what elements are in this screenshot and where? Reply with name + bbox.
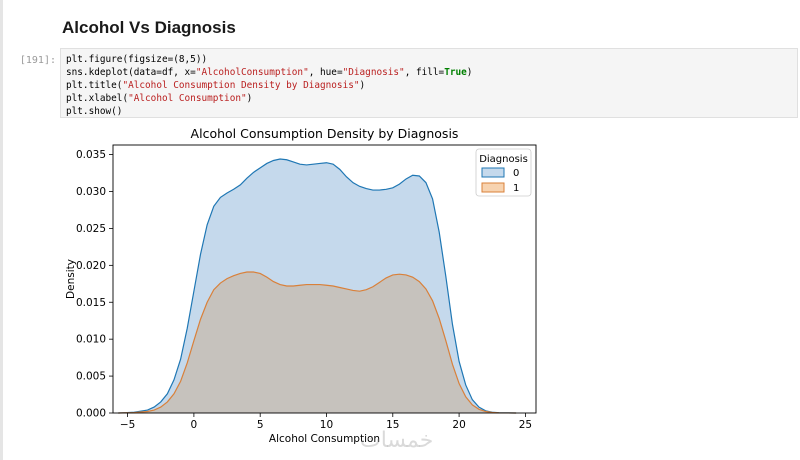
x-tick-label: 5: [257, 419, 264, 431]
legend-label-1: 1: [513, 183, 519, 194]
x-tick-label: 10: [320, 419, 333, 431]
y-tick-label: 0.015: [76, 297, 106, 309]
legend-label-0: 0: [513, 168, 519, 179]
legend-title: Diagnosis: [479, 154, 528, 165]
y-tick-label: 0.030: [76, 186, 106, 198]
legend-swatch-1: [481, 182, 505, 193]
x-tick-label: 0: [191, 419, 198, 431]
watermark-text: خمسات: [360, 428, 434, 453]
y-tick-label: 0.035: [76, 149, 106, 161]
y-axis-label: Density: [65, 259, 77, 299]
chart-title: Alcohol Consumption Density by Diagnosis: [191, 126, 459, 141]
kde-chart: −5 0 5 10 15 20 250.0000.0050.0100.0150.0200.0…: [65, 126, 537, 445]
x-tick-label: 20: [452, 419, 465, 431]
density-area-series-1: [118, 271, 517, 413]
y-tick-label: 0.005: [76, 371, 106, 383]
legend-swatch-0: [481, 167, 505, 178]
x-tick-label: 25: [519, 419, 532, 431]
y-tick-label: 0.020: [76, 260, 106, 272]
y-tick-label: 0.000: [76, 408, 106, 420]
y-tick-label: 0.010: [76, 334, 106, 346]
x-tick-label: −5: [120, 419, 135, 431]
y-tick-label: 0.025: [76, 223, 106, 235]
